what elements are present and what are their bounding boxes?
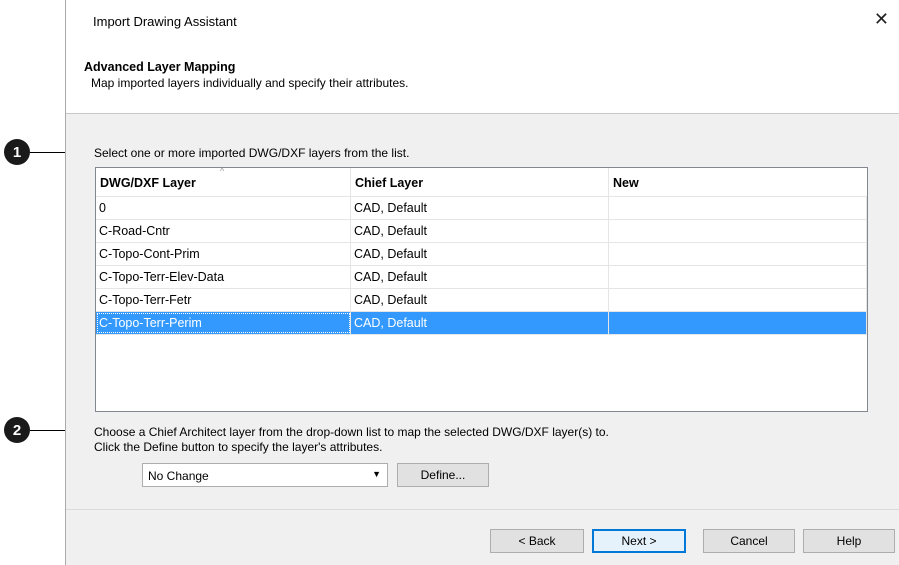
column-header-chief-layer[interactable]: Chief Layer xyxy=(351,168,609,196)
new-cell xyxy=(609,243,867,265)
callout-1-leader xyxy=(30,152,66,153)
new-cell xyxy=(609,312,867,334)
chief-layer-cell: CAD, Default xyxy=(351,266,609,288)
new-cell xyxy=(609,220,867,242)
define-button[interactable]: Define... xyxy=(397,463,489,487)
choose-layer-instruction-line2: Click the Define button to specify the l… xyxy=(94,440,383,454)
chief-layer-dropdown[interactable]: No Change ▼ xyxy=(142,463,388,487)
close-icon[interactable]: ✕ xyxy=(874,10,889,28)
new-cell xyxy=(609,289,867,311)
choose-layer-instruction-line1: Choose a Chief Architect layer from the … xyxy=(94,425,609,439)
dwg-layer-cell: C-Topo-Terr-Perim xyxy=(96,312,351,334)
footer-divider xyxy=(66,509,899,510)
callout-2: 2 xyxy=(4,417,30,443)
table-row-selected[interactable]: C-Topo-Terr-Perim CAD, Default xyxy=(96,312,867,335)
table-row[interactable]: C-Topo-Cont-Prim CAD, Default xyxy=(96,243,867,266)
callout-1: 1 xyxy=(4,139,30,165)
dialog-title: Import Drawing Assistant xyxy=(93,14,237,29)
choose-layer-instruction: Choose a Chief Architect layer from the … xyxy=(94,425,609,455)
new-cell xyxy=(609,197,867,219)
dwg-layer-cell: C-Road-Cntr xyxy=(96,220,351,242)
new-cell xyxy=(609,266,867,288)
chevron-down-icon[interactable]: ▼ xyxy=(372,469,381,479)
help-button[interactable]: Help xyxy=(803,529,895,553)
table-row[interactable]: C-Topo-Terr-Fetr CAD, Default xyxy=(96,289,867,312)
chief-layer-cell: CAD, Default xyxy=(351,243,609,265)
section-description: Map imported layers individually and spe… xyxy=(91,76,409,90)
dwg-layer-cell: C-Topo-Terr-Elev-Data xyxy=(96,266,351,288)
next-button[interactable]: Next > xyxy=(592,529,686,553)
table-row[interactable]: C-Road-Cntr CAD, Default xyxy=(96,220,867,243)
dialog-header: Import Drawing Assistant ✕ Advanced Laye… xyxy=(66,0,899,114)
dwg-layer-cell: C-Topo-Cont-Prim xyxy=(96,243,351,265)
chief-layer-cell: CAD, Default xyxy=(351,220,609,242)
import-drawing-assistant-dialog: Import Drawing Assistant ✕ Advanced Laye… xyxy=(65,0,899,565)
chief-layer-dropdown-value: No Change xyxy=(148,469,209,483)
table-row[interactable]: 0 CAD, Default xyxy=(96,197,867,220)
chief-layer-cell: CAD, Default xyxy=(351,197,609,219)
chief-layer-cell: CAD, Default xyxy=(351,312,609,334)
back-button[interactable]: < Back xyxy=(490,529,584,553)
callout-2-label: 2 xyxy=(12,421,22,439)
cancel-button[interactable]: Cancel xyxy=(703,529,795,553)
section-title: Advanced Layer Mapping xyxy=(84,60,236,74)
chief-layer-cell: CAD, Default xyxy=(351,289,609,311)
dwg-layer-cell: C-Topo-Terr-Fetr xyxy=(96,289,351,311)
callout-1-label: 1 xyxy=(12,143,22,161)
callout-2-leader xyxy=(30,430,66,431)
select-layers-instruction: Select one or more imported DWG/DXF laye… xyxy=(94,146,410,160)
layer-mapping-list[interactable]: DWG/DXF Layer Chief Layer New ^ 0 CAD, D… xyxy=(95,166,868,412)
list-header: DWG/DXF Layer Chief Layer New ^ xyxy=(96,166,867,197)
sort-ascending-icon: ^ xyxy=(220,166,225,176)
column-header-new[interactable]: New xyxy=(609,168,867,196)
table-row[interactable]: C-Topo-Terr-Elev-Data CAD, Default xyxy=(96,266,867,289)
dwg-layer-cell: 0 xyxy=(96,197,351,219)
